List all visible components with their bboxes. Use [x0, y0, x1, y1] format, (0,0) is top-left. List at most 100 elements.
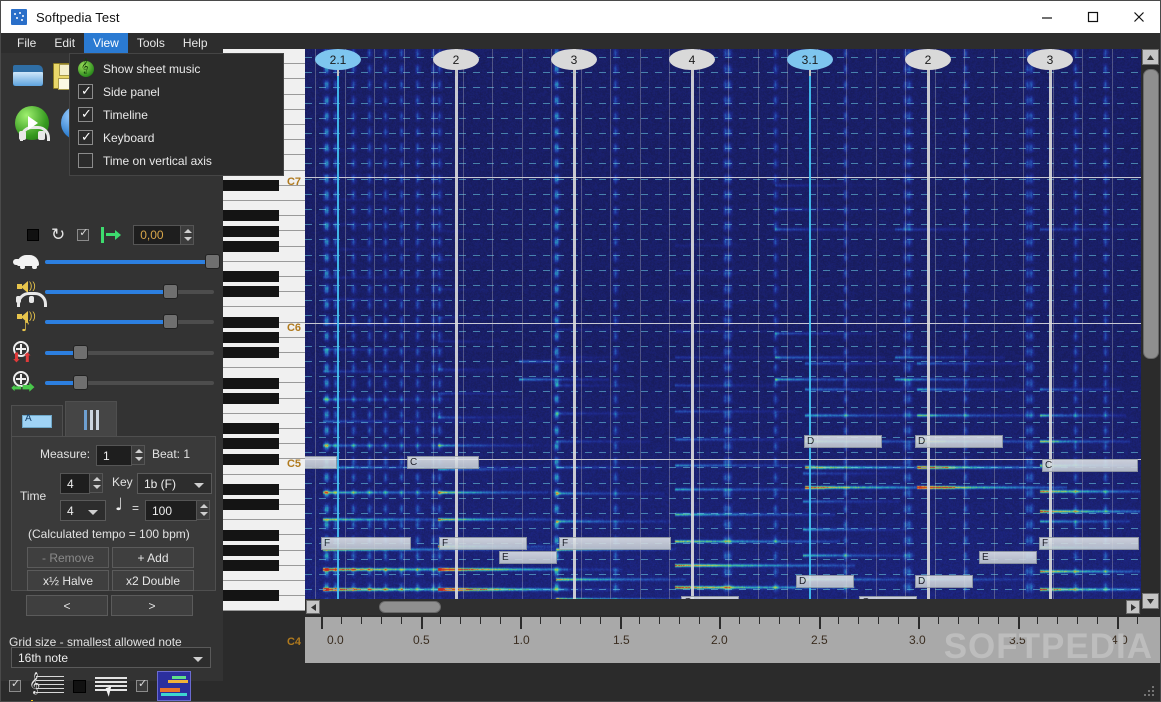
time-denominator-select[interactable]: 4: [60, 500, 106, 521]
note-block[interactable]: F: [321, 537, 411, 550]
menu-file[interactable]: File: [8, 33, 45, 53]
piano-black-key[interactable]: [223, 590, 279, 601]
note-block[interactable]: F: [559, 537, 671, 550]
timeline-marker[interactable]: 2: [905, 49, 951, 75]
measure-input[interactable]: 1: [96, 445, 132, 466]
timeline-marker[interactable]: 2.1: [315, 49, 361, 75]
tab-bars[interactable]: [65, 401, 117, 438]
spectrogram-view[interactable]: 2.12343.123CCFFEFFDDCEDDCC: [305, 49, 1141, 609]
menu-help[interactable]: Help: [174, 33, 217, 53]
time-on-vertical-axis-checkbox[interactable]: [78, 153, 93, 168]
note-block[interactable]: F: [439, 537, 527, 550]
piano-black-key[interactable]: [223, 393, 279, 404]
marker-label[interactable]: 2: [433, 49, 479, 70]
window-resize-grip[interactable]: [1144, 686, 1156, 698]
loop-icon[interactable]: ↻: [51, 227, 65, 244]
note-block[interactable]: D: [915, 575, 973, 588]
halve-button[interactable]: x½ Halve: [27, 570, 109, 591]
horizontal-scroll-thumb[interactable]: [379, 601, 441, 613]
menu-tools[interactable]: Tools: [128, 33, 174, 53]
play-audio-button[interactable]: [9, 101, 55, 145]
position-spinner[interactable]: [181, 225, 194, 245]
spectrogram-checkbox[interactable]: [136, 680, 148, 692]
minimize-button[interactable]: [1024, 1, 1070, 33]
piano-black-key[interactable]: [223, 286, 279, 297]
piano-black-key[interactable]: [223, 423, 279, 434]
tab-text[interactable]: [11, 405, 63, 437]
side-panel-checkbox[interactable]: [78, 84, 93, 99]
piano-black-key[interactable]: [223, 454, 279, 465]
key-select[interactable]: 1b (F): [137, 473, 212, 494]
piano-black-key[interactable]: [223, 180, 279, 191]
close-button[interactable]: [1116, 1, 1161, 33]
timeline-marker[interactable]: 3.1: [787, 49, 833, 75]
staff-lines-icon[interactable]: [95, 676, 127, 696]
grid-size-select[interactable]: 16th note: [11, 647, 211, 668]
note-block[interactable]: E: [979, 551, 1037, 564]
menu-edit[interactable]: Edit: [45, 33, 84, 53]
timeline-checkbox[interactable]: [78, 107, 93, 122]
stop-button[interactable]: [27, 229, 39, 241]
note-block[interactable]: F: [1039, 537, 1139, 550]
keyboard-checkbox[interactable]: [78, 130, 93, 145]
menu-item-show-sheet-music[interactable]: Show sheet music: [70, 57, 283, 80]
output-volume-track[interactable]: [45, 290, 214, 294]
marker-label[interactable]: 2: [905, 49, 951, 70]
menu-item-keyboard[interactable]: Keyboard: [70, 126, 283, 149]
tempo-spinner[interactable]: [197, 500, 210, 520]
timeline-marker[interactable]: 3: [1027, 49, 1073, 75]
vertical-scrollbar[interactable]: [1141, 49, 1161, 609]
piano-black-key[interactable]: [223, 499, 279, 510]
horizontal-scrollbar[interactable]: [305, 599, 1141, 615]
double-button[interactable]: x2 Double: [112, 570, 194, 591]
piano-black-key[interactable]: [223, 545, 279, 556]
menu-item-timeline[interactable]: Timeline: [70, 103, 283, 126]
piano-black-key[interactable]: [223, 271, 279, 282]
marker-label[interactable]: 3: [1027, 49, 1073, 70]
timeline-marker[interactable]: 2: [433, 49, 479, 75]
sheet-music-checkbox[interactable]: [9, 680, 21, 692]
timeline-marker[interactable]: 4: [669, 49, 715, 75]
scroll-down-button[interactable]: [1142, 593, 1159, 609]
marker-label[interactable]: 3: [551, 49, 597, 70]
black-square-icon[interactable]: [73, 680, 86, 693]
note-block[interactable]: C: [305, 456, 337, 469]
piano-black-key[interactable]: [223, 484, 279, 495]
piano-black-key[interactable]: [223, 530, 279, 541]
piano-black-key[interactable]: [223, 378, 279, 389]
menu-view[interactable]: View: [84, 33, 128, 53]
tempo-slider[interactable]: [9, 249, 214, 275]
spectrogram-thumb-icon[interactable]: [157, 671, 191, 701]
piano-black-key[interactable]: [223, 317, 279, 328]
note-block[interactable]: D: [915, 435, 1003, 448]
vertical-zoom-slider[interactable]: ⬇⬆: [9, 340, 214, 366]
goto-checkbox[interactable]: [77, 229, 89, 241]
add-button[interactable]: + Add: [112, 547, 194, 568]
horizontal-zoom-slider[interactable]: ⬅⮕: [9, 370, 214, 396]
note-block[interactable]: D: [796, 575, 854, 588]
menu-item-side-panel[interactable]: Side panel: [70, 80, 283, 103]
position-input[interactable]: 0,00: [133, 225, 181, 245]
timeline-marker[interactable]: 3: [551, 49, 597, 75]
piano-black-key[interactable]: [223, 226, 279, 237]
tempo-input[interactable]: 100: [145, 500, 197, 521]
piano-black-key[interactable]: [223, 332, 279, 343]
piano-black-key[interactable]: [223, 241, 279, 252]
maximize-button[interactable]: [1070, 1, 1116, 33]
open-button[interactable]: [9, 59, 47, 93]
note-block[interactable]: C: [1042, 459, 1138, 472]
next-button[interactable]: >: [111, 595, 193, 616]
horizontal-zoom-track[interactable]: [45, 381, 214, 385]
scroll-up-button[interactable]: [1142, 49, 1159, 65]
menu-item-time-on-vertical-axis[interactable]: Time on vertical axis: [70, 149, 283, 172]
piano-black-key[interactable]: [223, 210, 279, 221]
piano-black-key[interactable]: [223, 438, 279, 449]
measure-spinner[interactable]: [132, 445, 145, 465]
metronome-volume-slider[interactable]: )) ♪: [9, 309, 214, 335]
note-block[interactable]: D: [804, 435, 882, 448]
scroll-left-button[interactable]: [306, 600, 320, 614]
time-numerator-spinner[interactable]: [90, 473, 103, 493]
note-block[interactable]: C: [407, 456, 479, 469]
treble-clef-icon[interactable]: 𝄞: [30, 676, 64, 696]
remove-button[interactable]: - Remove: [27, 547, 109, 568]
